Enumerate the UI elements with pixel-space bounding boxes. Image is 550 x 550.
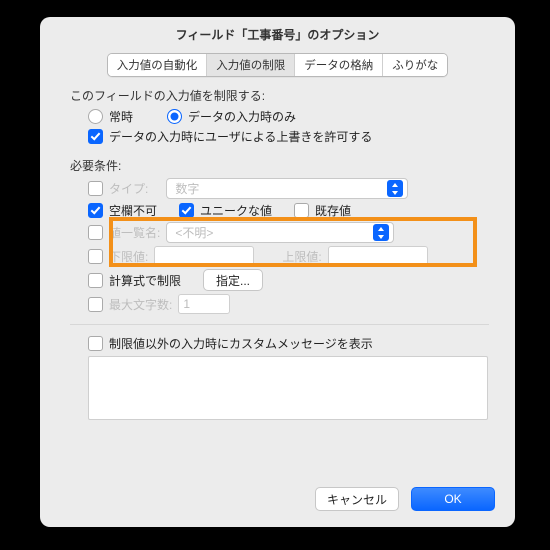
check-custom-message[interactable] [88, 336, 103, 351]
cancel-button[interactable]: キャンセル [315, 487, 399, 511]
value-list-select[interactable]: <不明> [166, 222, 394, 243]
ok-button[interactable]: OK [411, 487, 495, 511]
check-range[interactable] [88, 249, 103, 264]
by-calc-label: 計算式で制限 [109, 272, 181, 289]
requirements-heading: 必要条件: [70, 157, 489, 174]
check-allow-override[interactable] [88, 129, 103, 144]
radio-only-on-entry-label: データの入力時のみ [188, 108, 296, 125]
dialog-window: フィールド「工事番号」のオプション 入力値の自動化 入力値の制限 データの格納 … [40, 17, 515, 527]
dialog-content: このフィールドの入力値を制限する: 常時 データの入力時のみ データの入力時にユ… [40, 87, 515, 420]
check-unique[interactable] [179, 203, 194, 218]
check-maxlen[interactable] [88, 297, 103, 312]
tab-furigana[interactable]: ふりがな [383, 54, 447, 76]
radio-only-on-entry[interactable] [167, 109, 182, 124]
value-list-label: 値一覧名: [109, 224, 160, 241]
tab-storage[interactable]: データの格納 [295, 54, 383, 76]
lower-input[interactable] [154, 246, 254, 266]
type-select[interactable]: 数字 [166, 178, 408, 199]
tab-validation[interactable]: 入力値の制限 [207, 54, 295, 76]
updown-icon [387, 180, 403, 197]
divider [70, 324, 489, 325]
specify-button[interactable]: 指定... [203, 269, 263, 291]
maxlen-value: 1 [183, 297, 190, 311]
check-strict-type[interactable] [88, 181, 103, 196]
tab-segment: 入力値の自動化 入力値の制限 データの格納 ふりがな [107, 53, 449, 77]
updown-icon [373, 224, 389, 241]
check-value-list[interactable] [88, 225, 103, 240]
maxlen-input[interactable]: 1 [178, 294, 230, 314]
check-allow-override-label: データの入力時にユーザによる上書きを許可する [109, 128, 372, 145]
check-existing[interactable] [294, 203, 309, 218]
upper-label: 上限値: [282, 248, 321, 265]
radio-always-label: 常時 [109, 108, 133, 125]
custom-message-label: 制限値以外の入力時にカスタムメッセージを表示 [109, 335, 373, 352]
dialog-title: フィールド「工事番号」のオプション [40, 17, 515, 49]
check-by-calc[interactable] [88, 273, 103, 288]
lower-label: 下限値: [109, 248, 148, 265]
tab-auto-enter[interactable]: 入力値の自動化 [108, 54, 208, 76]
custom-message-textarea[interactable] [88, 356, 488, 420]
validate-heading: このフィールドの入力値を制限する: [70, 87, 489, 104]
type-select-value: 数字 [175, 180, 199, 197]
tab-bar: 入力値の自動化 入力値の制限 データの格納 ふりがな [40, 53, 515, 77]
check-not-empty[interactable] [88, 203, 103, 218]
value-list-value: <不明> [175, 224, 213, 241]
type-label: タイプ: [109, 180, 148, 197]
maxlen-label: 最大文字数: [109, 296, 172, 313]
radio-always[interactable] [88, 109, 103, 124]
check-not-empty-label: 空欄不可 [109, 202, 157, 219]
check-existing-label: 既存値 [315, 202, 351, 219]
upper-input[interactable] [328, 246, 428, 266]
dialog-footer: キャンセル OK [315, 487, 495, 511]
check-unique-label: ユニークな値 [200, 202, 272, 219]
